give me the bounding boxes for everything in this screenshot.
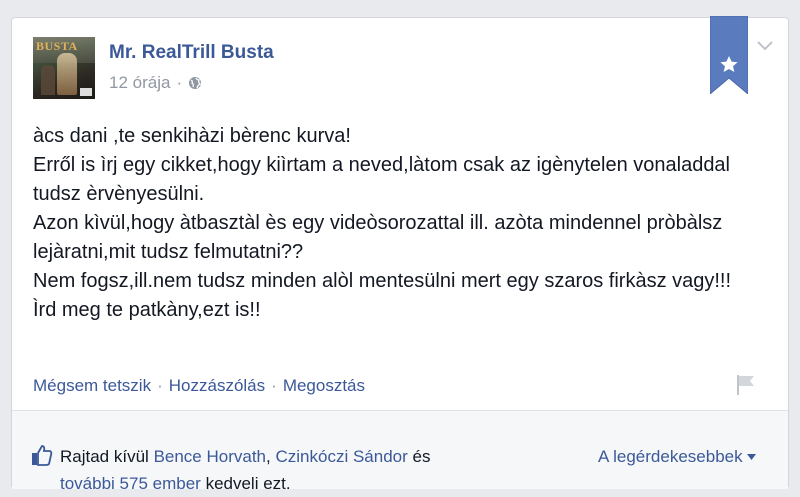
post-line: Erről is ìrj egy cikket,hogy kiìrtam a n… xyxy=(33,154,731,205)
sort-label: A legérdekesebbek xyxy=(598,447,743,466)
meta-separator: · xyxy=(176,73,183,92)
post-actions: Mégsem tetszik · Hozzászólás · Megosztás xyxy=(33,375,365,397)
action-separator: · xyxy=(157,376,163,395)
author-name[interactable]: Mr. RealTrill Busta xyxy=(109,42,274,64)
liker-link[interactable]: Czinkóczi Sándor xyxy=(275,447,407,466)
avatar-logo-text: BUSTA xyxy=(36,39,78,53)
likes-and: és xyxy=(412,447,431,466)
likes-summary: Rajtad kívül Bence Horvath, Czinkóczi Sá… xyxy=(60,443,490,497)
chevron-down-icon[interactable] xyxy=(757,40,773,52)
thumbs-up-icon[interactable] xyxy=(31,444,53,466)
post-line: Azon kìvül,hogy àtbasztàl ès egy videòso… xyxy=(33,212,723,263)
comment-sort-dropdown[interactable]: A legérdekesebbek xyxy=(598,445,756,469)
likes-bar: Rajtad kívül Bence Horvath, Czinkóczi Sá… xyxy=(12,410,788,493)
avatar-figure-back xyxy=(41,65,55,95)
comment-link[interactable]: Hozzászólás xyxy=(169,376,265,396)
author-avatar[interactable]: BUSTA xyxy=(33,37,95,99)
flag-icon[interactable] xyxy=(734,373,758,397)
post-line: àcs dani ,te senkihàzi bèrenc kurva! xyxy=(33,125,351,147)
share-link[interactable]: Megosztás xyxy=(283,376,365,396)
globe-icon[interactable] xyxy=(188,76,202,90)
avatar-figure xyxy=(57,53,77,95)
likes-prefix: Rajtad kívül xyxy=(60,447,149,466)
post-line: Nem fogsz,ill.nem tudsz minden alòl ment… xyxy=(33,270,732,292)
likes-comma: , xyxy=(266,447,271,466)
post-line: Ìrd meg te patkàny,ezt is!! xyxy=(33,299,261,321)
liker-link[interactable]: Bence Horvath xyxy=(154,447,266,466)
unlike-link[interactable]: Mégsem tetszik xyxy=(33,376,151,396)
post-body: àcs dani ,te senkihàzi bèrenc kurva! Err… xyxy=(33,122,773,325)
star-ribbon-icon[interactable] xyxy=(710,16,748,94)
caret-down-icon xyxy=(746,454,756,460)
post-meta: 12 órája · xyxy=(109,73,202,93)
post-timestamp[interactable]: 12 órája xyxy=(109,73,170,93)
other-likers-link[interactable]: további 575 ember xyxy=(60,474,201,493)
likes-suffix: kedveli ezt. xyxy=(205,474,291,493)
post-card: BUSTA Mr. RealTrill Busta 12 órája · àcs… xyxy=(11,16,789,493)
avatar-badge xyxy=(80,88,92,96)
action-separator: · xyxy=(271,376,277,395)
